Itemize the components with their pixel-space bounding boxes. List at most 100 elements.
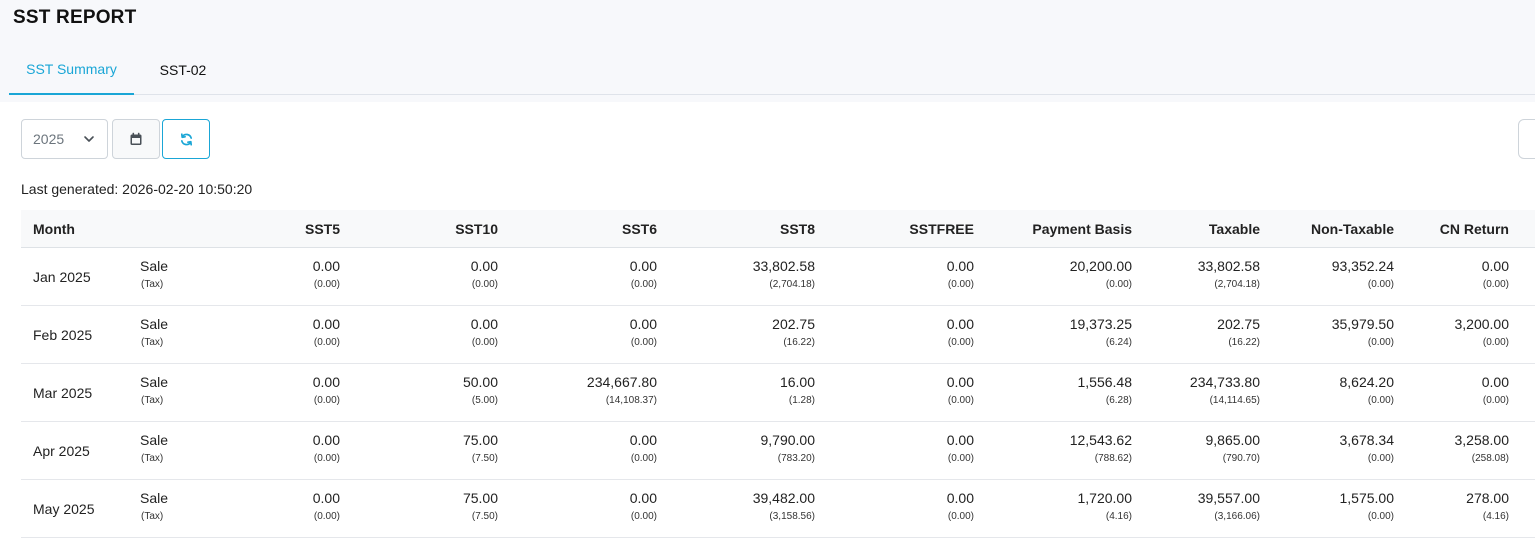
nontax-cell: 93,352.24 (0.00)	[1332, 258, 1394, 291]
header-sst10: SST10	[455, 221, 498, 237]
header-sst5: SST5	[304, 221, 340, 237]
sst5-cell: 0.00 (0.00)	[313, 490, 340, 523]
payment-cell: 12,543.62 (788.62)	[1070, 432, 1132, 465]
tab-sst-summary[interactable]: SST Summary	[9, 44, 134, 95]
sst10-amount: 0.00	[470, 316, 498, 332]
type-sub-label: (Tax)	[141, 395, 164, 406]
header-sstfree: SSTFREE	[909, 221, 974, 237]
sst10-tax: (5.00)	[471, 395, 498, 406]
sst8-cell: 202.75 (16.22)	[772, 316, 815, 349]
taxable-tax: (14,114.65)	[1209, 395, 1260, 406]
payment-amount: 1,720.00	[1077, 490, 1133, 506]
type-cell: Sale (Tax)	[140, 432, 168, 464]
table-row: May 2025 Sale (Tax) 0.00 (0.00) 75.00 (7…	[21, 480, 1535, 538]
header-payment-basis: Payment Basis	[1032, 221, 1132, 237]
page-title: SST REPORT	[13, 7, 137, 28]
sst5-amount: 0.00	[312, 490, 340, 506]
type-sub-label: (Tax)	[141, 511, 164, 522]
sst5-cell: 0.00 (0.00)	[313, 432, 340, 465]
sst10-cell: 50.00 (5.00)	[463, 374, 498, 407]
taxable-cell: 202.75 (16.22)	[1217, 316, 1260, 349]
sst5-tax: (0.00)	[313, 279, 340, 290]
type-sub-label: (Tax)	[141, 337, 164, 348]
sst10-amount: 0.00	[470, 258, 498, 274]
sstfree-cell: 0.00 (0.00)	[947, 374, 974, 407]
cn-cell: 3,258.00 (258.08)	[1455, 432, 1510, 465]
nontax-amount: 1,575.00	[1339, 490, 1395, 506]
month-cell: May 2025	[33, 501, 95, 517]
cn-cell: 278.00 (4.16)	[1466, 490, 1509, 523]
type-label: Sale	[140, 490, 169, 506]
cn-tax: (4.16)	[1482, 511, 1509, 522]
sst5-amount: 0.00	[312, 374, 340, 390]
last-generated-text: Last generated: 2026-02-20 10:50:20	[21, 181, 253, 197]
sst5-tax: (0.00)	[313, 395, 340, 406]
nontax-tax: (0.00)	[1367, 279, 1394, 290]
taxable-tax: (790.70)	[1222, 453, 1260, 464]
header-sst6: SST6	[621, 221, 657, 237]
sst8-cell: 9,790.00 (783.20)	[761, 432, 816, 465]
sstfree-amount: 0.00	[946, 490, 974, 506]
sstfree-tax: (0.00)	[947, 453, 974, 464]
calendar-button[interactable]	[112, 119, 160, 159]
sst8-tax: (2,704.18)	[769, 279, 815, 290]
header-month: Month	[33, 221, 75, 237]
taxable-tax: (2,704.18)	[1214, 279, 1260, 290]
sstfree-tax: (0.00)	[947, 511, 974, 522]
payment-cell: 19,373.25 (6.24)	[1070, 316, 1132, 349]
payment-tax: (788.62)	[1094, 453, 1132, 464]
sst8-amount: 33,802.58	[752, 258, 815, 274]
sst6-amount: 234,667.80	[586, 374, 657, 390]
cn-cell: 0.00 (0.00)	[1482, 374, 1509, 407]
right-action-button[interactable]	[1518, 119, 1535, 159]
cn-amount: 3,200.00	[1454, 316, 1510, 332]
calendar-icon	[130, 132, 142, 145]
tab-sst-02[interactable]: SST-02	[138, 44, 228, 95]
cn-amount: 278.00	[1466, 490, 1509, 506]
payment-amount: 12,543.62	[1069, 432, 1132, 448]
cn-tax: (0.00)	[1482, 337, 1509, 348]
cn-tax: (0.00)	[1482, 395, 1509, 406]
payment-amount: 1,556.48	[1077, 374, 1133, 390]
type-label: Sale	[140, 432, 169, 448]
sst-summary-table: Month SST5 SST10 SST6 SST8 SSTFREE Payme…	[21, 210, 1535, 538]
sst8-cell: 16.00 (1.28)	[780, 374, 815, 407]
month-cell: Mar 2025	[33, 385, 93, 401]
sstfree-cell: 0.00 (0.00)	[947, 432, 974, 465]
nontax-tax: (0.00)	[1367, 395, 1394, 406]
sst8-tax: (16.22)	[783, 337, 815, 348]
nontax-tax: (0.00)	[1367, 337, 1394, 348]
sst6-tax: (0.00)	[630, 453, 657, 464]
year-select[interactable]: 2025	[21, 119, 108, 159]
sst5-amount: 0.00	[312, 258, 340, 274]
sst10-tax: (0.00)	[471, 279, 498, 290]
payment-cell: 1,720.00 (4.16)	[1078, 490, 1133, 523]
nontax-amount: 35,979.50	[1331, 316, 1394, 332]
taxable-amount: 33,802.58	[1197, 258, 1260, 274]
sstfree-amount: 0.00	[946, 432, 974, 448]
table-row: Jan 2025 Sale (Tax) 0.00 (0.00) 0.00 (0.…	[21, 248, 1535, 306]
sst6-amount: 0.00	[629, 316, 657, 332]
taxable-amount: 9,865.00	[1205, 432, 1261, 448]
sst10-cell: 75.00 (7.50)	[463, 432, 498, 465]
sst10-amount: 75.00	[462, 432, 498, 448]
cn-cell: 0.00 (0.00)	[1482, 258, 1509, 291]
sst6-cell: 0.00 (0.00)	[630, 490, 657, 523]
type-label: Sale	[140, 316, 169, 332]
payment-amount: 19,373.25	[1069, 316, 1132, 332]
refresh-button[interactable]	[162, 119, 210, 159]
month-cell: Apr 2025	[33, 443, 90, 459]
payment-cell: 1,556.48 (6.28)	[1078, 374, 1133, 407]
sst5-tax: (0.00)	[313, 453, 340, 464]
payment-cell: 20,200.00 (0.00)	[1070, 258, 1132, 291]
sst8-cell: 39,482.00 (3,158.56)	[753, 490, 815, 523]
taxable-amount: 202.75	[1217, 316, 1260, 332]
sst6-amount: 0.00	[629, 258, 657, 274]
cn-cell: 3,200.00 (0.00)	[1455, 316, 1510, 349]
table-header: Month SST5 SST10 SST6 SST8 SSTFREE Payme…	[21, 210, 1535, 248]
nontax-cell: 35,979.50 (0.00)	[1332, 316, 1394, 349]
sst8-amount: 9,790.00	[760, 432, 816, 448]
sst6-cell: 234,667.80 (14,108.37)	[587, 374, 657, 407]
sst5-amount: 0.00	[312, 432, 340, 448]
sst8-cell: 33,802.58 (2,704.18)	[753, 258, 815, 291]
